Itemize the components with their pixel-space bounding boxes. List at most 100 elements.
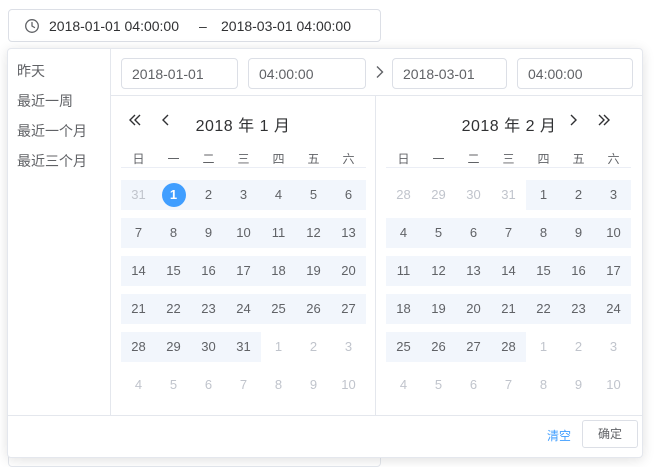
day-cell[interactable]: 8 [261, 370, 296, 400]
day-cell[interactable]: 28 [386, 180, 421, 210]
day-cell[interactable]: 16 [191, 256, 226, 286]
day-cell[interactable]: 6 [331, 180, 366, 210]
day-cell[interactable]: 20 [456, 294, 491, 324]
day-cell[interactable]: 1 [156, 180, 191, 210]
next-year-icon[interactable] [596, 112, 612, 128]
start-time-input[interactable] [248, 58, 366, 89]
day-cell[interactable]: 18 [261, 256, 296, 286]
day-cell[interactable]: 8 [156, 218, 191, 248]
day-cell[interactable]: 5 [296, 180, 331, 210]
day-cell[interactable]: 5 [156, 370, 191, 400]
day-cell[interactable]: 30 [456, 180, 491, 210]
day-cell[interactable]: 29 [421, 180, 456, 210]
day-cell[interactable]: 15 [526, 256, 561, 286]
day-cell[interactable]: 24 [596, 294, 631, 324]
day-cell[interactable]: 17 [226, 256, 261, 286]
confirm-button[interactable]: 确定 [582, 420, 638, 448]
day-cell[interactable]: 23 [561, 294, 596, 324]
day-cell[interactable]: 29 [156, 332, 191, 362]
day-cell[interactable]: 31 [226, 332, 261, 362]
range-start-text[interactable]: 2018-01-01 04:00:00 [49, 18, 179, 34]
day-cell[interactable]: 19 [296, 256, 331, 286]
day-cell[interactable]: 9 [296, 370, 331, 400]
day-cell[interactable]: 31 [491, 180, 526, 210]
day-cell[interactable]: 16 [561, 256, 596, 286]
day-cell[interactable]: 27 [456, 332, 491, 362]
shortcut-last-month[interactable]: 最近一个月 [8, 121, 110, 151]
day-cell[interactable]: 3 [596, 180, 631, 210]
day-cell[interactable]: 24 [226, 294, 261, 324]
day-cell[interactable]: 10 [596, 218, 631, 248]
next-month-icon[interactable] [565, 112, 581, 128]
day-cell[interactable]: 4 [386, 218, 421, 248]
day-cell[interactable]: 18 [386, 294, 421, 324]
day-cell[interactable]: 3 [226, 180, 261, 210]
day-cell[interactable]: 10 [331, 370, 366, 400]
shortcut-yesterday[interactable]: 昨天 [8, 61, 110, 91]
day-cell[interactable]: 14 [121, 256, 156, 286]
day-cell[interactable]: 23 [191, 294, 226, 324]
day-cell[interactable]: 31 [121, 180, 156, 210]
day-cell[interactable]: 9 [561, 370, 596, 400]
day-cell[interactable]: 2 [561, 332, 596, 362]
day-cell[interactable]: 7 [491, 218, 526, 248]
shortcut-last-three-months[interactable]: 最近三个月 [8, 151, 110, 181]
clear-button[interactable]: 清空 [547, 427, 571, 444]
day-cell[interactable]: 19 [421, 294, 456, 324]
day-cell[interactable]: 3 [331, 332, 366, 362]
day-cell[interactable]: 12 [296, 218, 331, 248]
day-cell[interactable]: 9 [191, 218, 226, 248]
start-date-input[interactable] [121, 58, 238, 89]
day-cell[interactable]: 13 [456, 256, 491, 286]
right-calendar-header: 2018 年 2 月 [376, 96, 642, 146]
shortcut-last-week[interactable]: 最近一周 [8, 91, 110, 121]
day-cell[interactable]: 8 [526, 218, 561, 248]
day-cell[interactable]: 13 [331, 218, 366, 248]
day-cell[interactable]: 1 [526, 180, 561, 210]
day-cell[interactable]: 25 [386, 332, 421, 362]
day-cell[interactable]: 17 [596, 256, 631, 286]
day-cell[interactable]: 5 [421, 370, 456, 400]
day-cell[interactable]: 5 [421, 218, 456, 248]
day-cell[interactable]: 26 [296, 294, 331, 324]
day-cell[interactable]: 26 [421, 332, 456, 362]
day-cell[interactable]: 1 [261, 332, 296, 362]
day-cell[interactable]: 6 [456, 370, 491, 400]
day-cell[interactable]: 12 [421, 256, 456, 286]
day-cell[interactable]: 21 [491, 294, 526, 324]
day-cell[interactable]: 4 [261, 180, 296, 210]
day-cell[interactable]: 30 [191, 332, 226, 362]
day-cell[interactable]: 11 [261, 218, 296, 248]
day-cell[interactable]: 6 [456, 218, 491, 248]
day-cell[interactable]: 7 [121, 218, 156, 248]
day-cell[interactable]: 28 [491, 332, 526, 362]
day-cell[interactable]: 8 [526, 370, 561, 400]
day-cell[interactable]: 20 [331, 256, 366, 286]
day-cell[interactable]: 14 [491, 256, 526, 286]
day-cell[interactable]: 6 [191, 370, 226, 400]
day-cell[interactable]: 21 [121, 294, 156, 324]
day-cell[interactable]: 28 [121, 332, 156, 362]
day-cell[interactable]: 4 [121, 370, 156, 400]
date-range-input[interactable]: 2018-01-01 04:00:00 – 2018-03-01 04:00:0… [8, 9, 381, 42]
day-cell[interactable]: 1 [526, 332, 561, 362]
day-cell[interactable]: 3 [596, 332, 631, 362]
day-cell[interactable]: 7 [226, 370, 261, 400]
day-cell[interactable]: 10 [226, 218, 261, 248]
end-date-input[interactable] [392, 58, 507, 89]
day-cell[interactable]: 11 [386, 256, 421, 286]
day-cell[interactable]: 25 [261, 294, 296, 324]
day-cell[interactable]: 2 [561, 180, 596, 210]
day-cell[interactable]: 22 [156, 294, 191, 324]
end-time-input[interactable] [517, 58, 633, 89]
day-cell[interactable]: 27 [331, 294, 366, 324]
day-cell[interactable]: 2 [191, 180, 226, 210]
day-cell[interactable]: 15 [156, 256, 191, 286]
range-end-text[interactable]: 2018-03-01 04:00:00 [221, 18, 351, 34]
day-cell[interactable]: 9 [561, 218, 596, 248]
day-cell[interactable]: 22 [526, 294, 561, 324]
day-cell[interactable]: 4 [386, 370, 421, 400]
day-cell[interactable]: 10 [596, 370, 631, 400]
day-cell[interactable]: 7 [491, 370, 526, 400]
day-cell[interactable]: 2 [296, 332, 331, 362]
